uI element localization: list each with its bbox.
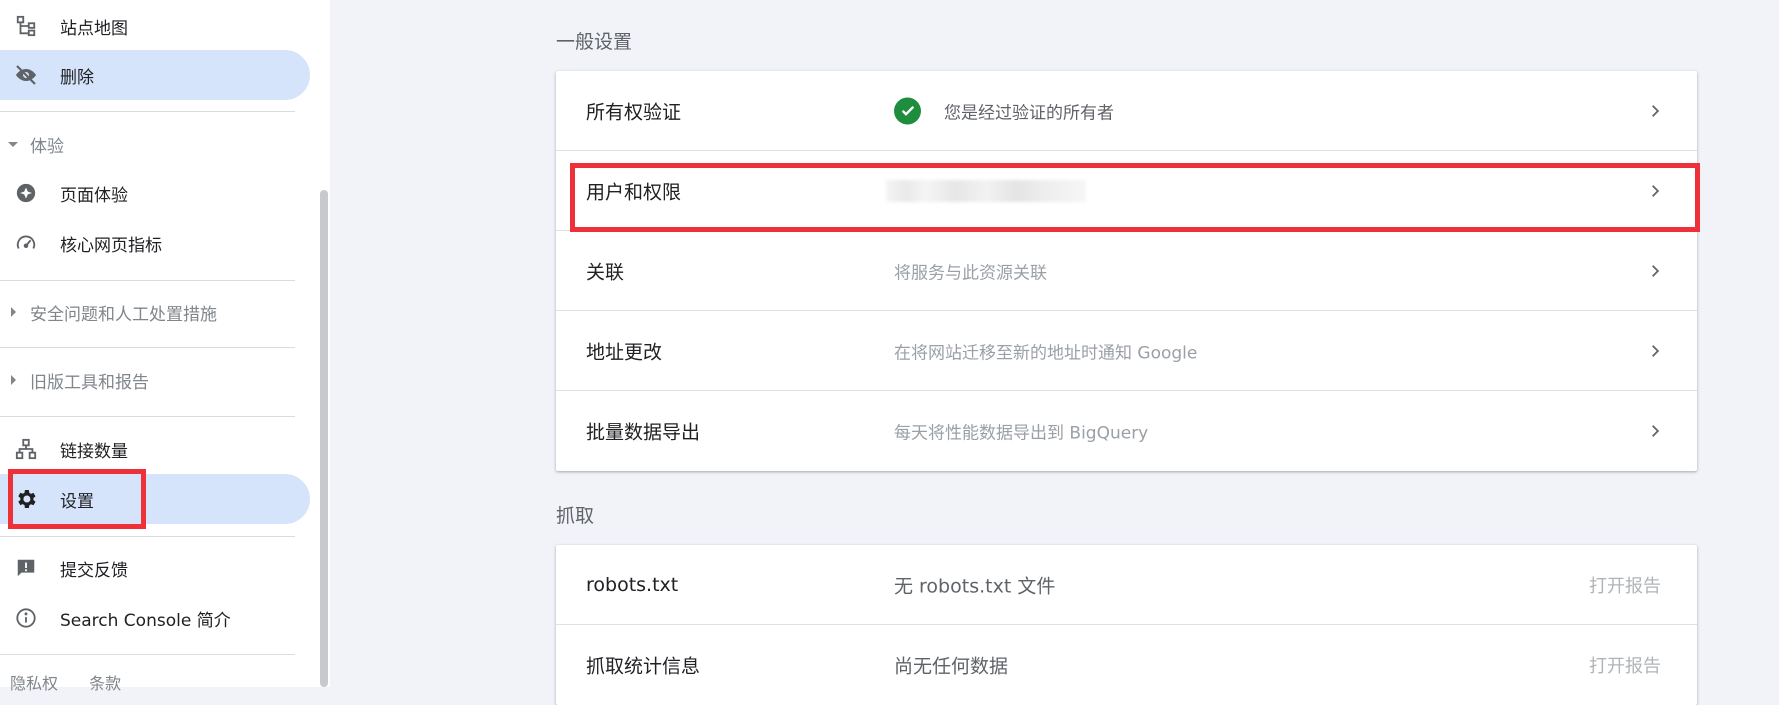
row-label: 抓取统计信息 [586, 655, 701, 678]
sidebar-item-label: Search Console 简介 [60, 610, 231, 631]
chevron-right-icon [1645, 261, 1665, 281]
section-title-general: 一般设置 [556, 31, 633, 53]
divider [0, 347, 295, 348]
terms-link[interactable]: 条款 [89, 674, 121, 693]
open-report-link[interactable]: 打开报告 [1589, 652, 1661, 678]
feedback-icon [14, 556, 38, 580]
row-label: 关联 [586, 261, 625, 283]
footer-links: 隐私权 条款 [10, 670, 147, 694]
sidebar-item-removals[interactable]: 删除 [0, 50, 310, 100]
sidebar-item-label: 提交反馈 [60, 560, 128, 581]
sidebar-item-page-experience[interactable]: 页面体验 [0, 168, 310, 218]
sidebar-item-sitemaps[interactable]: 站点地图 [0, 1, 310, 51]
chevron-right-icon [1645, 421, 1665, 441]
divider [0, 536, 295, 537]
sidebar-item-label: 设置 [60, 491, 94, 512]
row-label: 批量数据导出 [586, 421, 701, 444]
caret-right-icon [11, 307, 16, 317]
row-label: 用户和权限 [586, 181, 682, 203]
settings-row-crawl-stats[interactable]: 抓取统计信息 尚无任何数据 打开报告 [556, 625, 1697, 705]
chevron-right-icon [1645, 181, 1665, 201]
settings-row-bulk-export[interactable]: 批量数据导出 每天将性能数据导出到 BigQuery [556, 391, 1697, 471]
divider [0, 111, 295, 112]
open-report-link[interactable]: 打开报告 [1589, 572, 1661, 598]
row-value: 您是经过验证的所有者 [944, 103, 1114, 123]
sidebar: 站点地图 删除 体验 页面体验 核心网页指标 安全问题和人工处置措施 旧版工具和… [0, 0, 330, 693]
sidebar-item-feedback[interactable]: 提交反馈 [0, 543, 310, 593]
section-toggle-security[interactable]: 安全问题和人工处置措施 [0, 292, 295, 332]
gear-icon [14, 487, 38, 511]
general-settings-card: 所有权验证 您是经过验证的所有者 用户和权限 关联 将服务与此资源关联 地址更改… [556, 71, 1697, 471]
section-label: 安全问题和人工处置措施 [30, 304, 217, 325]
privacy-link[interactable]: 隐私权 [10, 674, 58, 693]
section-label: 旧版工具和报告 [30, 372, 149, 393]
info-icon [14, 606, 38, 630]
settings-row-users-permissions[interactable]: 用户和权限 [556, 151, 1697, 231]
sidebar-item-label: 站点地图 [60, 18, 128, 39]
chevron-right-icon [1645, 341, 1665, 361]
sidebar-item-core-web-vitals[interactable]: 核心网页指标 [0, 218, 310, 268]
row-value: 尚无任何数据 [894, 655, 1009, 678]
redacted-value [886, 179, 1086, 202]
section-label: 体验 [30, 136, 64, 157]
row-label: 地址更改 [586, 341, 663, 363]
row-value: 在将网站迁移至新的地址时通知 Google [894, 343, 1198, 363]
section-title-crawl: 抓取 [556, 505, 595, 527]
divider [0, 416, 295, 417]
row-value: 无 robots.txt 文件 [894, 575, 1056, 597]
caret-down-icon [8, 141, 18, 147]
sidebar-item-label: 核心网页指标 [60, 235, 162, 256]
row-value: 每天将性能数据导出到 BigQuery [894, 423, 1149, 444]
crawl-settings-card: robots.txt 无 robots.txt 文件 打开报告 抓取统计信息 尚… [556, 545, 1697, 705]
sidebar-item-label: 删除 [60, 67, 94, 88]
settings-row-ownership[interactable]: 所有权验证 您是经过验证的所有者 [556, 71, 1697, 151]
divider [0, 280, 295, 281]
settings-row-associations[interactable]: 关联 将服务与此资源关联 [556, 231, 1697, 311]
eye-off-icon [14, 63, 38, 87]
check-circle-icon [894, 97, 921, 124]
sidebar-item-label: 页面体验 [60, 185, 128, 206]
row-label: 所有权验证 [586, 101, 682, 123]
chevron-right-icon [1645, 101, 1665, 121]
sidebar-item-settings[interactable]: 设置 [0, 474, 310, 524]
section-toggle-legacy[interactable]: 旧版工具和报告 [0, 360, 295, 400]
settings-row-robots[interactable]: robots.txt 无 robots.txt 文件 打开报告 [556, 545, 1697, 625]
sidebar-item-about[interactable]: Search Console 简介 [0, 593, 310, 643]
sidebar-scrollbar[interactable] [320, 190, 328, 687]
speedometer-icon [14, 231, 38, 255]
caret-right-icon [11, 375, 16, 385]
row-label: robots.txt [586, 573, 679, 596]
links-icon [14, 437, 38, 461]
sidebar-item-label: 链接数量 [60, 441, 128, 462]
row-value: 将服务与此资源关联 [894, 263, 1047, 283]
page-experience-icon [14, 181, 38, 205]
settings-row-change-of-address[interactable]: 地址更改 在将网站迁移至新的地址时通知 Google [556, 311, 1697, 391]
divider [0, 654, 295, 655]
sitemap-icon [14, 14, 38, 38]
sidebar-item-links[interactable]: 链接数量 [0, 424, 310, 474]
section-toggle-experience[interactable]: 体验 [0, 124, 295, 164]
